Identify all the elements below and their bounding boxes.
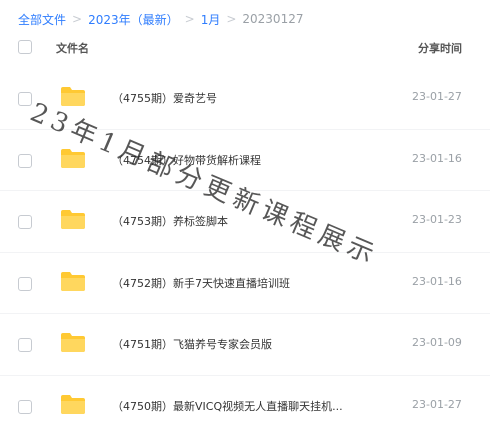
file-row[interactable]: （4752期）新手7天快速直播培训班 23-01-16 [0,253,490,314]
breadcrumb-january[interactable]: 1月 [201,11,221,28]
file-row[interactable]: （4754期）好物带货解析课程 23-01-16 [0,130,490,191]
file-row[interactable]: （4750期）最新VICQ视频无人直播聊天挂机... 23-01-27 [0,376,490,433]
share-date: 23-01-09 [412,336,462,349]
chevron-right-icon: > [226,12,237,26]
column-header-filename[interactable]: 文件名 [56,40,89,56]
folder-icon [61,333,85,352]
share-date: 23-01-23 [412,213,462,226]
file-row[interactable]: （4755期）爱奇艺号 23-01-27 [0,68,490,130]
row-checkbox[interactable] [18,276,32,291]
folder-icon [61,210,85,229]
file-name[interactable]: （4752期）新手7天快速直播培训班 [112,275,290,291]
file-name[interactable]: （4750期）最新VICQ视频无人直播聊天挂机... [112,398,343,414]
row-checkbox[interactable] [18,215,32,229]
file-list-header: 文件名 分享时间 [0,32,490,62]
chevron-right-icon: > [72,12,83,26]
breadcrumb-current: 20230127 [242,12,304,26]
file-row[interactable]: （4751期）飞猫养号专家会员版 23-01-09 [0,314,490,376]
file-name[interactable]: （4751期）飞猫养号专家会员版 [112,336,272,352]
row-checkbox[interactable] [18,338,32,352]
row-checkbox[interactable] [18,153,32,168]
file-name[interactable]: （4753期）养标签脚本 [112,213,228,229]
breadcrumb-2023[interactable]: 2023年（最新） [88,11,179,28]
share-date: 23-01-16 [412,151,462,165]
file-list: （4755期）爱奇艺号 23-01-27 （4754期）好物带货解析课程 23-… [0,68,490,433]
folder-icon [61,271,85,291]
row-checkbox[interactable] [18,399,32,414]
column-header-share-time[interactable]: 分享时间 [418,40,462,56]
row-checkbox[interactable] [18,92,32,106]
share-date: 23-01-16 [412,274,462,288]
share-date: 23-01-27 [412,397,462,411]
file-row[interactable]: （4753期）养标签脚本 23-01-23 [0,191,490,253]
chevron-right-icon: > [184,12,195,26]
breadcrumb-all-files[interactable]: 全部文件 [18,11,66,28]
select-all-checkbox[interactable] [18,40,32,54]
breadcrumb: 全部文件 > 2023年（最新） > 1月 > 20230127 [18,9,303,29]
file-name[interactable]: （4754期）好物带货解析课程 [112,152,261,168]
share-date: 23-01-27 [412,90,462,103]
folder-icon [61,87,85,106]
folder-icon [61,394,85,414]
folder-icon [61,148,85,168]
file-name[interactable]: （4755期）爱奇艺号 [112,90,217,106]
